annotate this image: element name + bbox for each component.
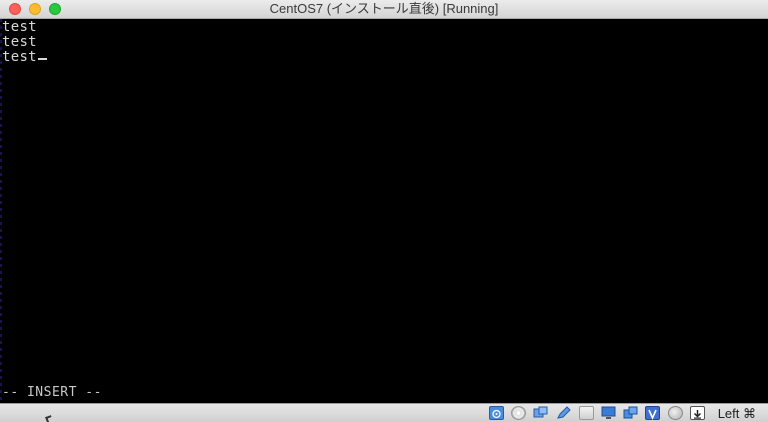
vim-mode-indicator: -- INSERT -- — [2, 385, 102, 400]
window-title: CentOS7 (インストール直後) [Running] — [269, 1, 499, 16]
usb-icon[interactable] — [533, 406, 548, 420]
keyboard-capture-icon[interactable] — [690, 406, 705, 420]
virtualization-icon[interactable] — [645, 406, 660, 420]
text-cursor — [37, 58, 47, 60]
video-capture-icon[interactable] — [623, 406, 638, 420]
console-left-gutter — [0, 19, 2, 403]
display-icon[interactable] — [579, 406, 594, 420]
shared-folders-icon[interactable] — [556, 406, 571, 420]
optical-drive-icon[interactable] — [511, 406, 526, 420]
network-icon[interactable] — [601, 406, 616, 420]
vm-status-bar: Left ⌘ — [0, 403, 768, 422]
host-key-indicator[interactable]: Left ⌘ — [718, 404, 756, 422]
mouse-integration-icon[interactable] — [668, 406, 683, 420]
title-bar[interactable]: CentOS7 (インストール直後) [Running] — [0, 0, 768, 19]
vm-window: CentOS7 (インストール直後) [Running] test test t… — [0, 0, 768, 422]
vm-console-screen[interactable]: test test test -- INSERT -- — [0, 19, 768, 403]
terminal-line: test — [2, 19, 37, 35]
terminal-line: test — [2, 49, 47, 65]
terminal-line: test — [2, 34, 37, 50]
hard-disk-icon[interactable] — [489, 406, 504, 420]
